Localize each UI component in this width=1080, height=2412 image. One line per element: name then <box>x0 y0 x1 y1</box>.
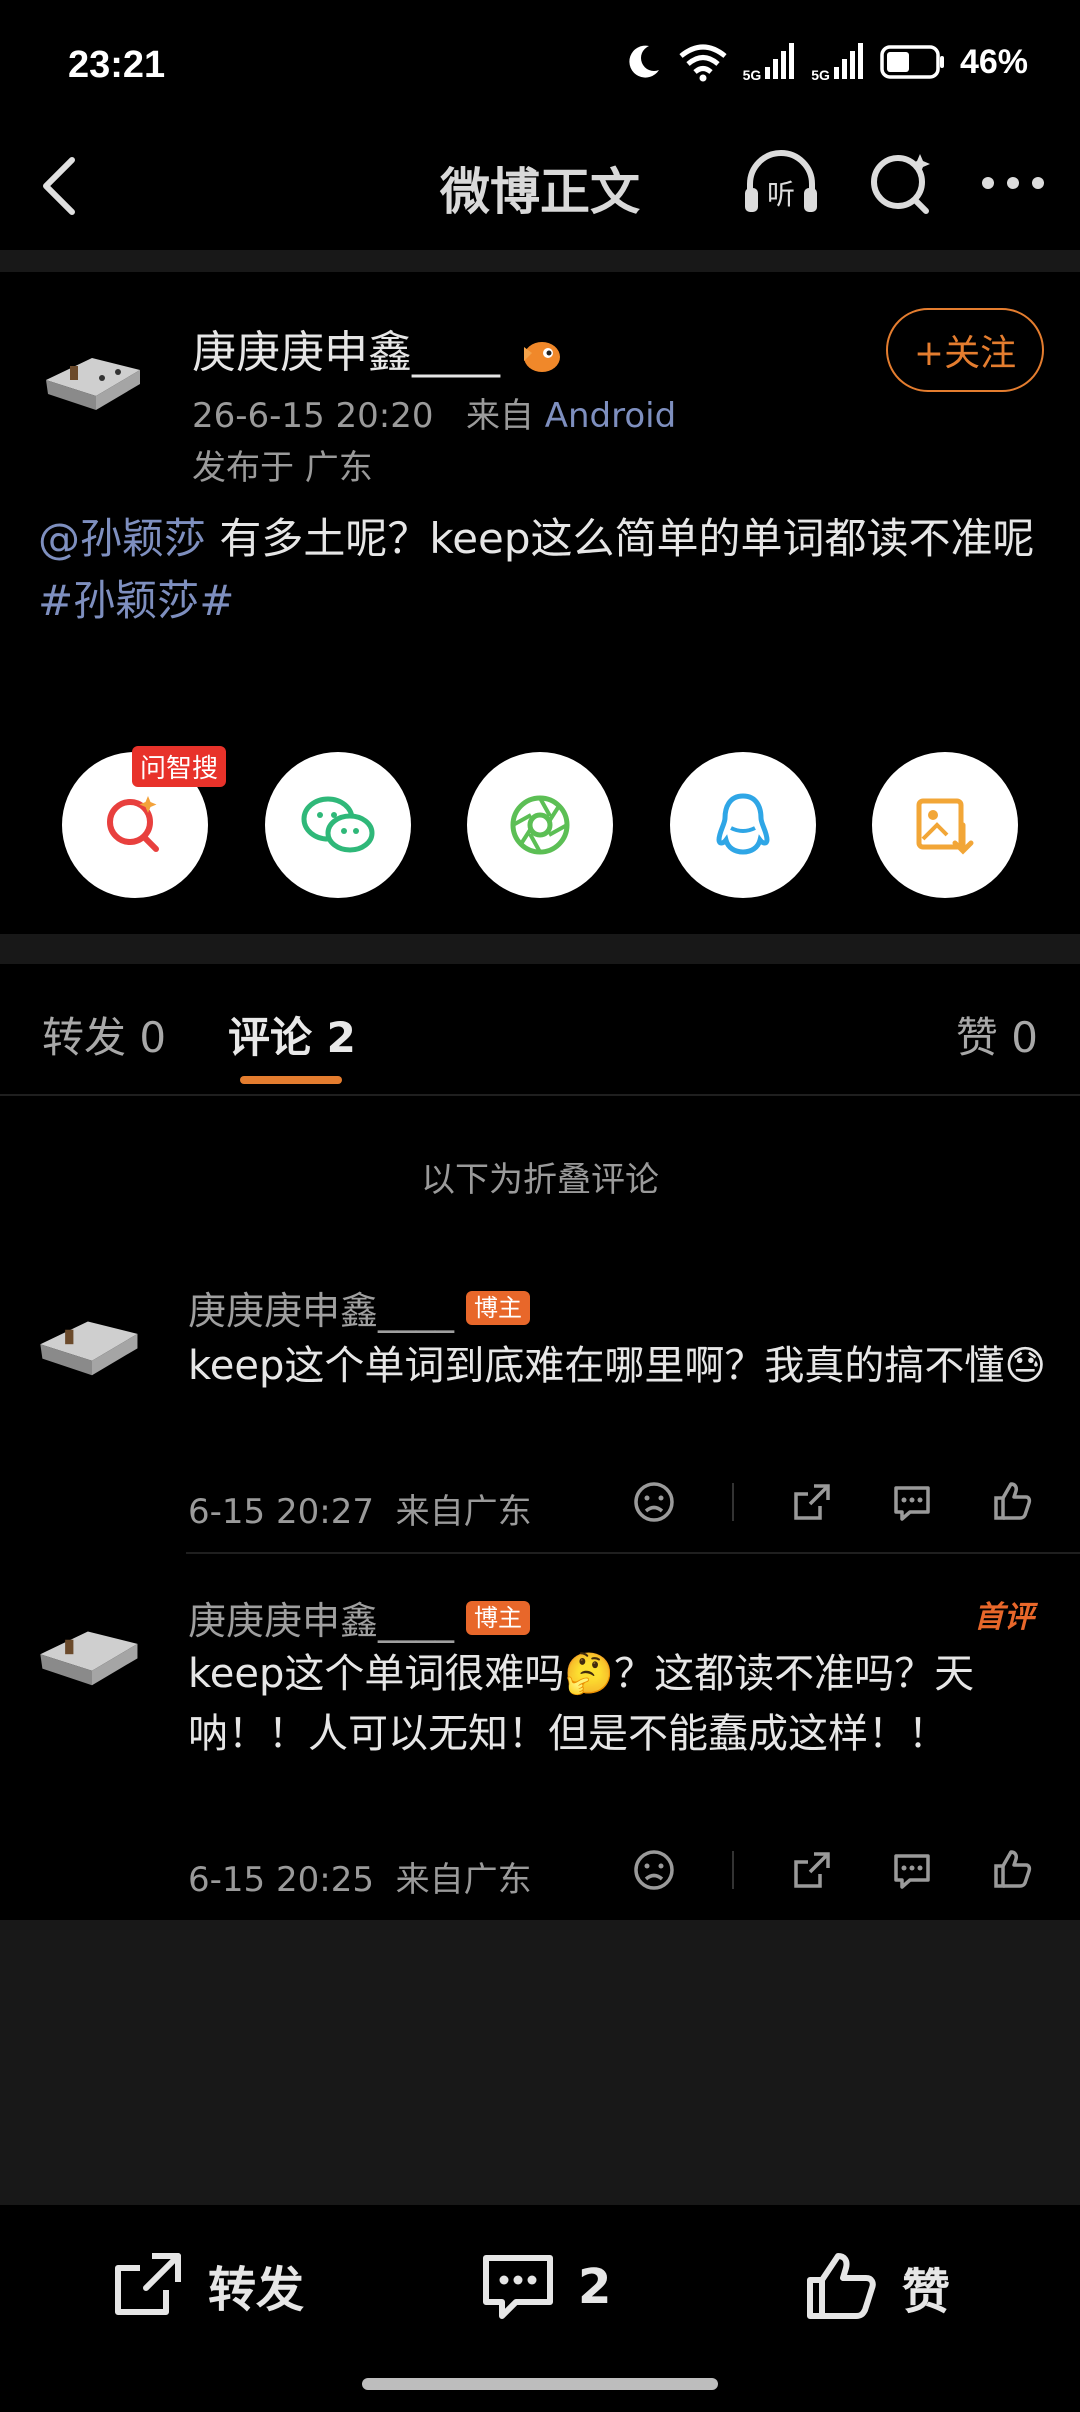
post-avatar[interactable] <box>36 314 156 434</box>
signal-1: 5G <box>742 43 798 83</box>
status-time: 23:21 <box>68 44 166 86</box>
mention-link[interactable]: @孙颖莎 <box>38 514 206 563</box>
separator-band-2 <box>0 934 1080 964</box>
avatar-image <box>36 314 156 434</box>
post-author[interactable]: 庚庚庚申鑫____ <box>192 316 564 380</box>
wechat-icon <box>301 796 374 853</box>
network-label-2: 5G <box>811 67 830 83</box>
svg-text:听: 听 <box>767 178 795 211</box>
repost-icon <box>115 2253 181 2315</box>
action-separator <box>732 1851 734 1889</box>
home-indicator[interactable] <box>362 2378 718 2390</box>
battery-icon <box>880 45 944 79</box>
post-time: 26-6-15 20:20 <box>192 396 434 436</box>
comment-text: keep这个单词很难吗🤔？这都读不准吗？天呐！！人可以无知！但是不能蠢成这样！！ <box>188 1651 975 1757</box>
action-separator <box>732 1483 734 1521</box>
ai-search-button[interactable]: 问智搜 <box>62 746 227 898</box>
avatar-image <box>30 1586 154 1710</box>
comment-meta: 6-15 20:25 来自广东 <box>188 1852 532 1901</box>
share-row: 问智搜 <box>62 746 1018 898</box>
ai-search-icon <box>107 796 159 852</box>
listen-button[interactable]: 听 <box>740 148 822 218</box>
dislike-icon[interactable] <box>632 1848 676 1892</box>
empty-area <box>0 1920 1080 2205</box>
tab-indicator <box>240 1076 342 1084</box>
battery-level: 46% <box>959 42 1028 81</box>
post-location: 发布于 广东 <box>192 448 373 488</box>
reply-icon[interactable] <box>890 1480 934 1524</box>
comment-author[interactable]: 庚庚庚申鑫____ 博主 <box>188 1590 531 1645</box>
comment-text: keep这个单词到底难在哪里啊？我真的搞不懂😓 <box>188 1343 1047 1389</box>
wifi-icon <box>678 44 727 82</box>
comment-location: 来自广东 <box>395 1492 532 1532</box>
post-meta: 26-6-15 20:20 来自 Android <box>192 388 676 437</box>
first-comment-badge: 首评 <box>974 1600 1034 1635</box>
share-wechat-button[interactable] <box>264 752 411 898</box>
tab-repost[interactable]: 转发 0 <box>42 1004 166 1065</box>
like-icon[interactable] <box>990 1848 1034 1892</box>
search-icon <box>871 154 930 214</box>
share-qq-button[interactable] <box>669 752 816 898</box>
hashtag-link[interactable]: #孙颖莎# <box>38 576 234 625</box>
avatar-image <box>30 1276 154 1400</box>
tab-likes[interactable]: 赞 0 <box>956 1004 1038 1065</box>
dislike-icon[interactable] <box>632 1480 676 1524</box>
comment-avatar[interactable] <box>30 1586 154 1710</box>
folded-comments-notice[interactable]: 以下为折叠评论 <box>0 1152 1080 1201</box>
moon-icon <box>628 45 659 78</box>
search-button[interactable] <box>868 148 934 218</box>
more-button[interactable] <box>980 173 1046 193</box>
separator-band <box>0 250 1080 272</box>
like-icon[interactable] <box>990 1480 1034 1524</box>
comment-location: 来自广东 <box>395 1860 532 1900</box>
post-body: @孙颖莎 有多土呢？keep这么简单的单词都读不准呢 #孙颖莎# <box>38 508 1048 632</box>
comment-author[interactable]: 庚庚庚申鑫____ 博主 <box>188 1280 531 1335</box>
ai-search-badge: 问智搜 <box>132 746 227 787</box>
comment-actions <box>632 1480 1034 1524</box>
comment-icon <box>483 2255 553 2319</box>
post-source[interactable]: Android <box>545 396 676 436</box>
bottom-repost-label: 转发 <box>208 2262 305 2318</box>
status-icons: 5G 5G 46% <box>623 42 1028 82</box>
comment-actions <box>632 1848 1034 1892</box>
bottom-like-button[interactable]: 赞 <box>804 2250 950 2324</box>
like-icon <box>807 2253 876 2319</box>
share-icon[interactable] <box>790 1480 834 1524</box>
bottom-like-label: 赞 <box>902 2264 951 2320</box>
reply-icon[interactable] <box>890 1848 934 1892</box>
share-moments-button[interactable] <box>467 752 613 898</box>
save-image-icon <box>916 798 974 855</box>
comment-meta: 6-15 20:27 来自广东 <box>188 1484 532 1533</box>
comment-avatar[interactable] <box>30 1276 154 1400</box>
follow-button[interactable]: +关注 <box>886 308 1044 392</box>
bottom-comment-count: 2 <box>578 2259 612 2315</box>
comment-time: 6-15 20:25 <box>188 1860 374 1900</box>
qq-icon <box>715 793 770 855</box>
moments-icon <box>510 795 570 855</box>
bottom-repost-button[interactable]: 转发 <box>110 2250 304 2320</box>
signal-2: 5G <box>811 43 866 83</box>
comment-time: 6-15 20:27 <box>188 1492 374 1532</box>
host-badge: 博主 <box>466 1290 531 1325</box>
tab-comments[interactable]: 评论 2 <box>228 1004 356 1065</box>
vip-fish-icon <box>520 335 564 375</box>
host-badge: 博主 <box>466 1600 531 1635</box>
tabs-divider <box>0 1094 1080 1096</box>
post-source-prefix: 来自 <box>465 396 534 436</box>
post-text: 有多土呢？keep这么简单的单词都读不准呢 <box>206 514 1035 563</box>
bottom-comment-button[interactable]: 2 <box>480 2250 611 2324</box>
network-label-1: 5G <box>742 67 762 83</box>
nav-actions: 听 <box>740 148 1046 218</box>
headphone-icon: 听 <box>745 150 817 212</box>
comment-author-name[interactable]: 庚庚庚申鑫____ <box>188 1590 454 1645</box>
more-icon <box>982 177 1044 189</box>
post-author-name[interactable]: 庚庚庚申鑫____ <box>192 327 500 378</box>
share-icon[interactable] <box>790 1848 834 1892</box>
comment-divider <box>186 1552 1080 1554</box>
comment-author-name[interactable]: 庚庚庚申鑫____ <box>188 1280 454 1335</box>
save-image-button[interactable] <box>872 752 1018 898</box>
